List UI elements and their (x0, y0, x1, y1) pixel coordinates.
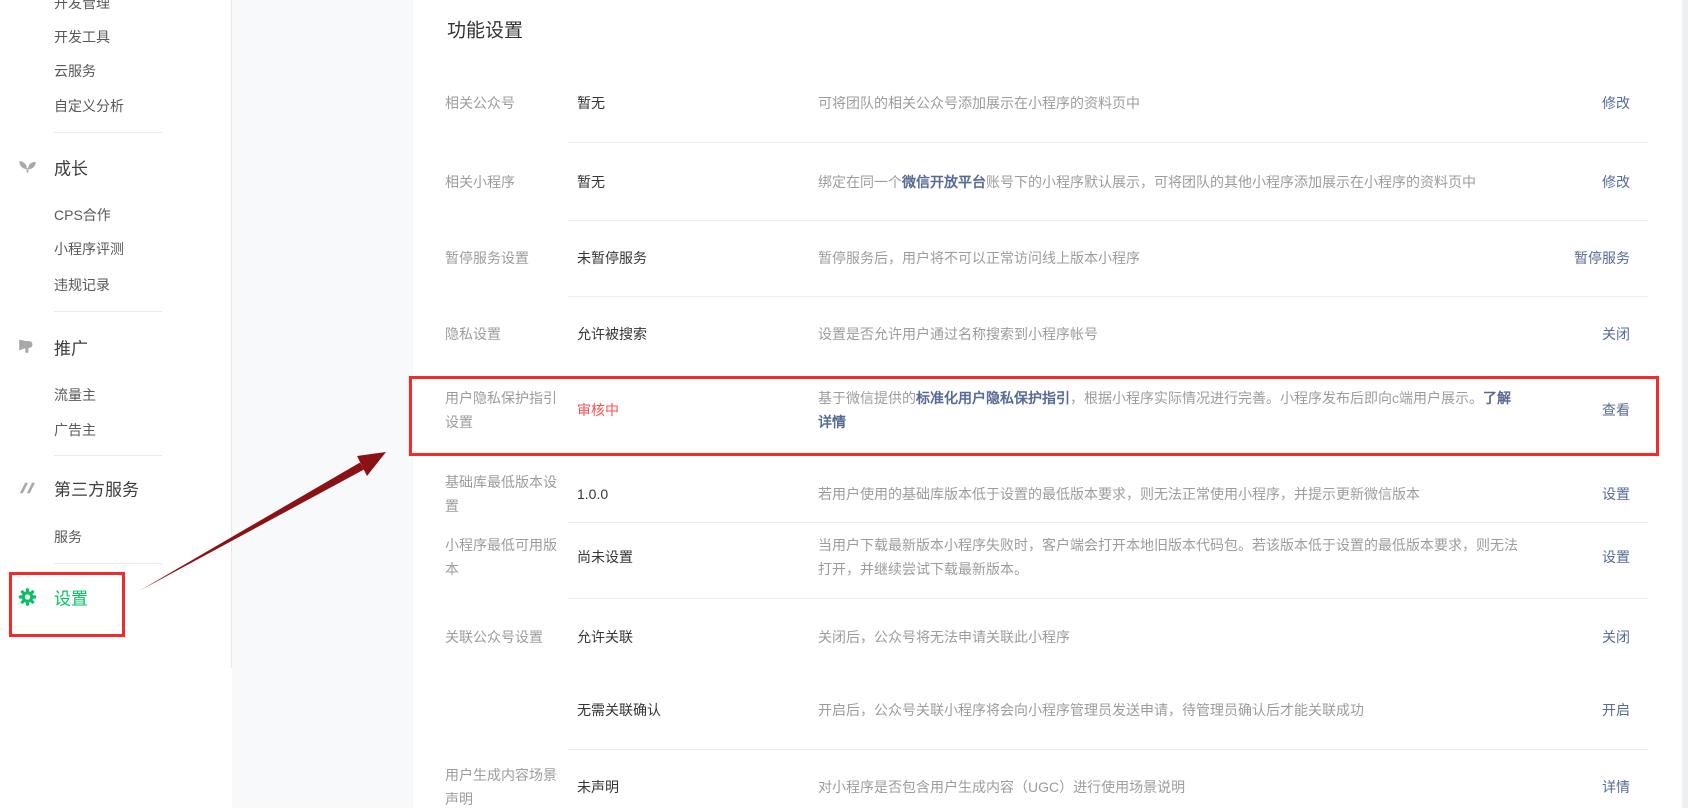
description-text: 当用户下载最新版本小程序失败时，客户端会打开本地旧版本代码包。若该版本低于设置的… (818, 537, 1518, 577)
sidebar-section-label: 设置 (54, 585, 88, 610)
sidebar-item-cps[interactable]: CPS合作 (54, 205, 111, 225)
row-label: 用户隐私保护指引设置 (445, 386, 567, 434)
sidebar-item-advertiser[interactable]: 广告主 (54, 420, 96, 440)
megaphone-icon (17, 337, 38, 358)
row-label: 暂停服务设置 (445, 246, 567, 270)
sidebar-divider (54, 311, 162, 312)
row-action-link[interactable]: 设置 (1602, 482, 1630, 506)
row-label: 相关小程序 (445, 170, 567, 194)
row-description: 开启后，公众号关联小程序将会向小程序管理员发送申请，待管理员确认后才能关联成功 (818, 698, 1520, 722)
row-divider (568, 522, 1648, 523)
row-label: 基础库最低版本设置 (445, 470, 567, 518)
sidebar-divider (54, 455, 162, 456)
sidebar-item-cloud-services[interactable]: 云服务 (54, 61, 96, 81)
content-gap (232, 0, 413, 808)
row-divider (568, 220, 1648, 221)
third-party-icon (17, 478, 38, 499)
row-action-link[interactable]: 查看 (1602, 398, 1630, 422)
description-text: 可将团队的相关公众号添加展示在小程序的资料页中 (818, 95, 1140, 111)
sidebar-divider (54, 563, 162, 564)
description-text: 对小程序是否包含用户生成内容（UGC）进行使用场景说明 (818, 779, 1185, 795)
wechat-miniprogram-console: { "colors": { "accent_green": "#07c160",… (0, 0, 1688, 808)
row-label: 用户生成内容场景声明 (445, 763, 567, 811)
row-description: 关闭后，公众号将无法申请关联此小程序 (818, 625, 1520, 649)
row-value: 1.0.0 (577, 482, 809, 506)
row-value: 审核中 (577, 398, 809, 422)
sidebar-item-custom-analysis[interactable]: 自定义分析 (54, 96, 124, 116)
sidebar-section-label: 推广 (54, 335, 88, 360)
row-label: 相关公众号 (445, 91, 567, 115)
row-value: 允许被搜索 (577, 322, 809, 346)
sidebar-section-promotion[interactable]: 推广 (17, 335, 88, 360)
description-text: 关闭后，公众号将无法申请关联此小程序 (818, 629, 1070, 645)
description-text: 暂停服务后，用户将不可以正常访问线上版本小程序 (818, 250, 1140, 266)
sidebar-item-miniprogram-evaluation[interactable]: 小程序评测 (54, 239, 124, 259)
row-description: 设置是否允许用户通过名称搜索到小程序帐号 (818, 322, 1520, 346)
sidebar-divider (54, 132, 162, 133)
description-text: 账号下的小程序默认展示，可将团队的其他小程序添加展示在小程序的资料页中 (986, 174, 1476, 190)
row-divider (568, 296, 1648, 297)
row-value: 未暂停服务 (577, 246, 809, 270)
row-divider (568, 598, 1648, 599)
gear-icon (17, 587, 38, 608)
sprout-icon (17, 157, 38, 178)
row-action-link[interactable]: 设置 (1602, 545, 1630, 569)
row-action-link[interactable]: 详情 (1602, 775, 1630, 799)
row-value: 未声明 (577, 775, 809, 799)
row-value: 暂无 (577, 170, 809, 194)
row-action-link[interactable]: 修改 (1602, 91, 1630, 115)
sidebar-item-violation-records[interactable]: 违规记录 (54, 275, 110, 295)
sidebar-item-dev-management[interactable]: 开发管理 (54, 0, 110, 13)
sidebar-item-services[interactable]: 服务 (54, 527, 82, 547)
row-description: 绑定在同一个微信开放平台账号下的小程序默认展示，可将团队的其他小程序添加展示在小… (818, 170, 1520, 194)
inline-link[interactable]: 标准化用户隐私保护指引 (916, 390, 1070, 406)
description-text: 基于微信提供的 (818, 390, 916, 406)
sidebar-section-label: 成长 (54, 155, 88, 180)
description-text: 开启后，公众号关联小程序将会向小程序管理员发送申请，待管理员确认后才能关联成功 (818, 702, 1364, 718)
row-label: 隐私设置 (445, 322, 567, 346)
main-content: 功能设置 相关公众号 暂无 可将团队的相关公众号添加展示在小程序的资料页中 修改… (413, 0, 1682, 808)
description-text: ，根据小程序实际情况进行完善。小程序发布后即向c端用户展示。 (1070, 390, 1483, 406)
row-label: 关联公众号设置 (445, 625, 567, 649)
scrollbar-track[interactable] (1682, 0, 1688, 808)
row-action-link[interactable]: 开启 (1602, 698, 1630, 722)
row-description: 当用户下载最新版本小程序失败时，客户端会打开本地旧版本代码包。若该版本低于设置的… (818, 533, 1520, 581)
row-value: 尚未设置 (577, 545, 809, 569)
row-description: 暂停服务后，用户将不可以正常访问线上版本小程序 (818, 246, 1520, 270)
sidebar-section-growth[interactable]: 成长 (17, 155, 88, 180)
description-text: 若用户使用的基础库版本低于设置的最低版本要求，则无法正常使用小程序，并提示更新微… (818, 486, 1420, 502)
row-action-link[interactable]: 关闭 (1602, 625, 1630, 649)
sidebar-section-settings[interactable]: 设置 (17, 585, 88, 610)
sidebar-section-third-party[interactable]: 第三方服务 (17, 476, 139, 501)
row-description: 基于微信提供的标准化用户隐私保护指引，根据小程序实际情况进行完善。小程序发布后即… (818, 386, 1520, 434)
row-divider (568, 749, 1648, 750)
row-description: 若用户使用的基础库版本低于设置的最低版本要求，则无法正常使用小程序，并提示更新微… (818, 482, 1520, 506)
row-action-link[interactable]: 暂停服务 (1574, 246, 1630, 270)
row-divider (568, 142, 1648, 143)
row-description: 对小程序是否包含用户生成内容（UGC）进行使用场景说明 (818, 775, 1520, 799)
row-value: 无需关联确认 (577, 698, 809, 722)
description-text: 绑定在同一个 (818, 174, 902, 190)
row-action-link[interactable]: 修改 (1602, 170, 1630, 194)
row-value: 暂无 (577, 91, 809, 115)
page-title: 功能设置 (447, 16, 523, 43)
row-value: 允许关联 (577, 625, 809, 649)
row-action-link[interactable]: 关闭 (1602, 322, 1630, 346)
row-description: 可将团队的相关公众号添加展示在小程序的资料页中 (818, 91, 1520, 115)
inline-link[interactable]: 微信开放平台 (902, 174, 986, 190)
description-text: 设置是否允许用户通过名称搜索到小程序帐号 (818, 326, 1098, 342)
sidebar-section-label: 第三方服务 (54, 476, 139, 501)
sidebar: 开发管理开发工具云服务自定义分析成长 CPS合作小程序评测违规记录推广流量主广告主… (0, 0, 231, 808)
sidebar-item-traffic-owner[interactable]: 流量主 (54, 385, 96, 405)
sidebar-item-dev-tools[interactable]: 开发工具 (54, 27, 110, 47)
row-label: 小程序最低可用版本 (445, 533, 567, 581)
